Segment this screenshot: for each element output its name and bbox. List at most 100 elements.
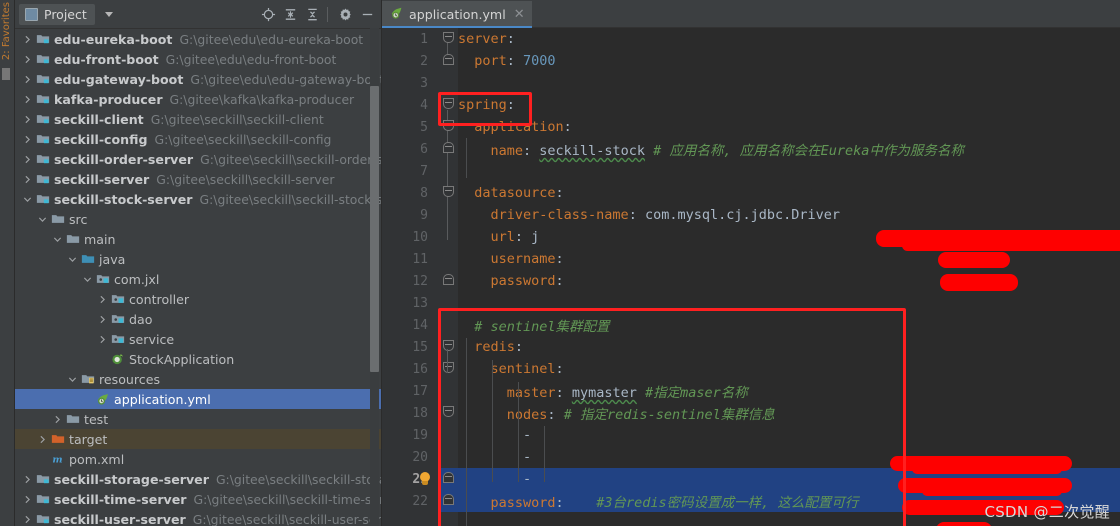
- project-tree[interactable]: edu-eureka-boot G:\gitee\edu\edu-eureka-b…: [15, 29, 381, 526]
- tree-row-seckill-storage-server[interactable]: seckill-storage-server G:\gitee\seckill\s…: [15, 469, 381, 489]
- chevron-right-icon[interactable]: [21, 55, 34, 64]
- line-number: 2: [420, 53, 428, 69]
- intention-bulb-icon[interactable]: [418, 472, 432, 487]
- project-scrollbar-thumb[interactable]: [370, 86, 379, 372]
- expand-all-icon[interactable]: [280, 4, 300, 24]
- editor-tab-bar: application.yml ✕: [382, 0, 1120, 28]
- tree-row-edu-gateway-boot[interactable]: edu-gateway-boot G:\gitee\edu\edu-gateway…: [15, 69, 381, 89]
- tree-row-resources[interactable]: resources: [15, 369, 381, 389]
- tree-row-edu-eureka-boot[interactable]: edu-eureka-boot G:\gitee\edu\edu-eureka-b…: [15, 29, 381, 49]
- code-line-5[interactable]: 5 application:: [382, 116, 1120, 138]
- minimize-icon[interactable]: [357, 4, 377, 24]
- tree-row-main[interactable]: main: [15, 229, 381, 249]
- chevron-down-icon[interactable]: [66, 255, 79, 264]
- chevron-down-icon[interactable]: [51, 235, 64, 244]
- fold-marker-line-15[interactable]: [443, 340, 454, 351]
- code-line-15[interactable]: 15 redis:: [382, 336, 1120, 358]
- code-line-9[interactable]: 9 driver-class-name: com.mysql.cj.jdbc.D…: [382, 204, 1120, 226]
- tree-row-controller[interactable]: controller: [15, 289, 381, 309]
- tree-row-src[interactable]: src: [15, 209, 381, 229]
- chevron-down-icon[interactable]: [66, 375, 79, 384]
- tree-row-edu-front-boot[interactable]: edu-front-boot G:\gitee\edu\edu-front-boo…: [15, 49, 381, 69]
- code-line-13[interactable]: 13: [382, 292, 1120, 314]
- chevron-right-icon[interactable]: [21, 475, 34, 484]
- fold-connector-3: [447, 349, 448, 373]
- code-line-14[interactable]: 14 # sentinel集群配置: [382, 314, 1120, 336]
- tree-item-label: pom.xml: [69, 451, 125, 467]
- code-line-3[interactable]: 3: [382, 72, 1120, 94]
- tree-row-pom-xml[interactable]: m pom.xml: [15, 449, 381, 469]
- module-folder-icon: [34, 32, 51, 46]
- fold-marker-line-18[interactable]: [443, 406, 454, 417]
- line-content: server:: [458, 31, 515, 47]
- code-line-2[interactable]: 2 port: 7000: [382, 50, 1120, 72]
- tree-row-application-yml[interactable]: application.yml: [15, 389, 381, 409]
- chevron-right-icon[interactable]: [21, 515, 34, 524]
- tree-row-target[interactable]: target: [15, 429, 381, 449]
- fold-marker-line-4[interactable]: [443, 98, 454, 109]
- collapse-all-icon[interactable]: [302, 4, 322, 24]
- fold-marker-line-12[interactable]: [443, 274, 454, 285]
- code-line-8[interactable]: 8 datasource:: [382, 182, 1120, 204]
- tree-row-java[interactable]: java: [15, 249, 381, 269]
- tree-row-stockapplication[interactable]: StockApplication: [15, 349, 381, 369]
- fold-marker-line-5[interactable]: [443, 120, 454, 131]
- tree-row-seckill-config[interactable]: seckill-config G:\gitee\seckill\seckill-c…: [15, 129, 381, 149]
- chevron-down-icon[interactable]: [104, 11, 113, 17]
- indent-guide-3: [492, 360, 493, 482]
- tree-item-path: G:\gitee\edu\edu-eureka-boot: [179, 31, 364, 47]
- chevron-right-icon[interactable]: [21, 155, 34, 164]
- tree-row-seckill-client[interactable]: seckill-client G:\gitee\seckill\seckill-c…: [15, 109, 381, 129]
- chevron-right-icon[interactable]: [21, 35, 34, 44]
- tab-application-yml[interactable]: application.yml ✕: [382, 1, 532, 28]
- tree-row-dao[interactable]: dao: [15, 309, 381, 329]
- fold-marker-line-6[interactable]: [443, 142, 454, 153]
- chevron-down-icon[interactable]: [36, 215, 49, 224]
- chevron-right-icon[interactable]: [21, 95, 34, 104]
- code-view[interactable]: 1 server: 2 port: 7000 3 4 spring: 5 applicati…: [382, 28, 1120, 526]
- fold-marker-line-16[interactable]: [443, 362, 454, 373]
- chevron-right-icon[interactable]: [21, 115, 34, 124]
- tree-row-seckill-stock-server[interactable]: seckill-stock-server G:\gitee\seckill\sec…: [15, 189, 381, 209]
- chevron-right-icon[interactable]: [21, 135, 34, 144]
- resources-folder-icon: [79, 372, 96, 386]
- chevron-down-icon[interactable]: [21, 195, 34, 204]
- fold-marker-line-8[interactable]: [443, 186, 454, 197]
- fold-marker-line-22[interactable]: [443, 494, 454, 505]
- fold-marker-line-2[interactable]: [443, 54, 454, 65]
- tree-row-seckill-user-server[interactable]: seckill-user-server G:\gitee\seckill\seck…: [15, 509, 381, 526]
- project-tab-button[interactable]: Project: [19, 3, 95, 25]
- tree-item-label: seckill-time-server: [54, 491, 187, 507]
- tree-row-seckill-time-server[interactable]: seckill-time-server G:\gitee\seckill\seck…: [15, 489, 381, 509]
- code-line-1[interactable]: 1 server:: [382, 28, 1120, 50]
- chevron-down-icon[interactable]: [81, 275, 94, 284]
- tool-window-stripe-left[interactable]: 2: Favorites: [0, 0, 15, 526]
- tree-row-seckill-server[interactable]: seckill-server G:\gitee\seckill\seckill-s…: [15, 169, 381, 189]
- locate-target-icon[interactable]: [258, 4, 278, 24]
- chevron-right-icon[interactable]: [51, 415, 64, 424]
- fold-marker-line-1[interactable]: [443, 32, 454, 43]
- close-icon[interactable]: ✕: [514, 7, 525, 22]
- code-line-4[interactable]: 4 spring:: [382, 94, 1120, 116]
- chevron-right-icon[interactable]: [36, 435, 49, 444]
- tree-row-com-jxl[interactable]: com.jxl: [15, 269, 381, 289]
- tree-row-service[interactable]: service: [15, 329, 381, 349]
- chevron-right-icon[interactable]: [96, 335, 109, 344]
- tree-row-seckill-order-server[interactable]: seckill-order-server G:\gitee\seckill\sec…: [15, 149, 381, 169]
- module-folder-icon: [34, 492, 51, 506]
- chevron-right-icon[interactable]: [96, 315, 109, 324]
- tab-active-underline: [382, 26, 532, 28]
- code-line-7[interactable]: 7: [382, 160, 1120, 182]
- gear-icon[interactable]: [335, 4, 355, 24]
- tree-row-kafka-producer[interactable]: kafka-producer G:\gitee\kafka\kafka-produ…: [15, 89, 381, 109]
- chevron-right-icon[interactable]: [96, 295, 109, 304]
- line-content: driver-class-name: com.mysql.cj.jdbc.Dri…: [490, 207, 841, 223]
- favorites-stripe-label[interactable]: 2: Favorites: [1, 2, 13, 60]
- fold-marker-line-21[interactable]: [443, 472, 454, 483]
- code-line-6[interactable]: 6 name: seckill-stock # 应用名称, 应用名称会在Eure…: [382, 138, 1120, 160]
- chevron-right-icon[interactable]: [21, 175, 34, 184]
- chevron-right-icon[interactable]: [21, 495, 34, 504]
- chevron-right-icon[interactable]: [21, 75, 34, 84]
- tree-row-test[interactable]: test: [15, 409, 381, 429]
- redaction-redis-password: [936, 522, 992, 526]
